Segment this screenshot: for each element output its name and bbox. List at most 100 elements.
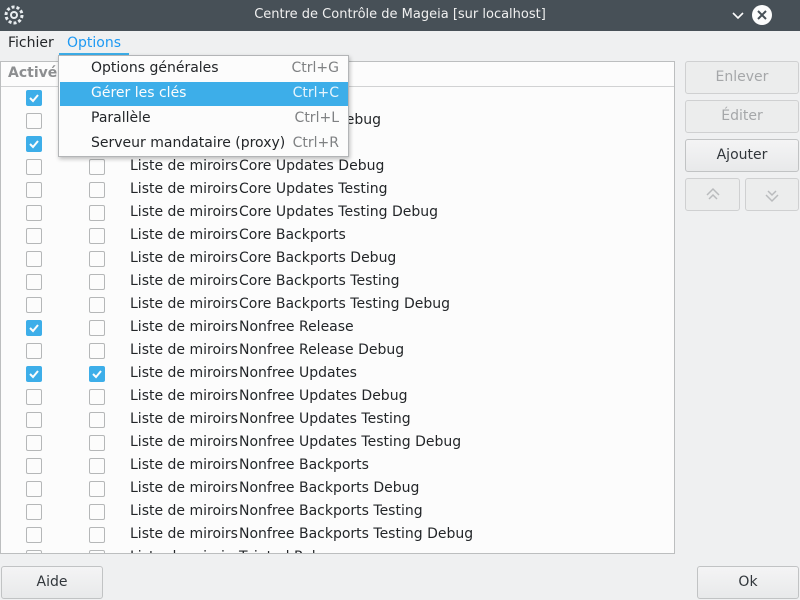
update-checkbox[interactable]: [89, 481, 105, 497]
active-checkbox[interactable]: [26, 182, 42, 198]
medium-type: Liste de miroirs: [130, 526, 238, 542]
active-checkbox[interactable]: [26, 412, 42, 428]
options-menu-item[interactable]: Parallèle Ctrl+L: [60, 107, 348, 131]
medium-type: Liste de miroirs: [130, 365, 238, 381]
active-checkbox[interactable]: [26, 297, 42, 313]
table-row[interactable]: Liste de miroirs Nonfree Updates Testing …: [1, 432, 674, 455]
column-header-active[interactable]: Activé: [8, 65, 57, 81]
table-row[interactable]: Liste de miroirs Core Backports Debug: [1, 248, 674, 271]
active-checkbox[interactable]: [26, 159, 42, 175]
medium-type: Liste de miroirs: [130, 480, 238, 496]
active-checkbox[interactable]: [26, 366, 42, 382]
medium-name: Nonfree Updates Testing: [239, 411, 411, 427]
update-checkbox[interactable]: [89, 343, 105, 359]
edit-button[interactable]: Éditer: [685, 100, 799, 133]
table-row[interactable]: Liste de miroirs Core Backports: [1, 225, 674, 248]
menu-item-label: Serveur mandataire (proxy): [91, 135, 286, 151]
active-checkbox[interactable]: [26, 274, 42, 290]
medium-type: Liste de miroirs: [130, 227, 238, 243]
table-row[interactable]: Liste de miroirs Nonfree Release: [1, 317, 674, 340]
medium-name: Core Backports: [239, 227, 346, 243]
move-down-button[interactable]: [745, 178, 799, 211]
active-checkbox[interactable]: [26, 90, 42, 106]
add-button[interactable]: Ajouter: [685, 139, 799, 172]
active-checkbox[interactable]: [26, 251, 42, 267]
move-up-button[interactable]: [685, 178, 740, 211]
active-checkbox[interactable]: [26, 113, 42, 129]
chevron-down-icon[interactable]: [729, 6, 747, 24]
help-button[interactable]: Aide: [1, 566, 103, 599]
table-row[interactable]: Liste de miroirs Nonfree Backports: [1, 455, 674, 478]
table-row[interactable]: Liste de miroirs Core Updates Testing Deb…: [1, 202, 674, 225]
medium-name: Core Backports Debug: [239, 250, 397, 266]
update-checkbox[interactable]: [89, 228, 105, 244]
medium-type: Liste de miroirs: [130, 204, 238, 220]
medium-name: Nonfree Release: [239, 319, 354, 335]
active-checkbox[interactable]: [26, 481, 42, 497]
active-checkbox[interactable]: [26, 435, 42, 451]
options-menu: Options générales Ctrl+G Gérer les clés Ctr…: [58, 55, 349, 157]
update-checkbox[interactable]: [89, 435, 105, 451]
update-checkbox[interactable]: [89, 527, 105, 543]
menu-item-shortcut: Ctrl+G: [291, 60, 340, 76]
update-checkbox[interactable]: [89, 297, 105, 313]
table-row[interactable]: Liste de miroirs Core Updates Debug: [1, 156, 674, 179]
menu-item-shortcut: Ctrl+R: [292, 135, 339, 151]
medium-type: Liste de miroirs: [130, 411, 238, 427]
active-checkbox[interactable]: [26, 504, 42, 520]
active-checkbox[interactable]: [26, 343, 42, 359]
table-row[interactable]: Liste de miroirs Nonfree Backports Debug: [1, 478, 674, 501]
table-row[interactable]: Liste de miroirs Core Backports Testing D…: [1, 294, 674, 317]
table-row[interactable]: Liste de miroirs Core Backports Testing: [1, 271, 674, 294]
table-row[interactable]: Liste de miroirs Nonfree Backports Testin…: [1, 524, 674, 547]
ok-button[interactable]: Ok: [697, 566, 799, 599]
options-menu-item[interactable]: Options générales Ctrl+G: [60, 57, 348, 81]
table-row[interactable]: Liste de miroirs Nonfree Release Debug: [1, 340, 674, 363]
menu-bar: Fichier Options: [0, 31, 800, 55]
update-checkbox[interactable]: [89, 504, 105, 520]
active-checkbox[interactable]: [26, 320, 42, 336]
active-checkbox[interactable]: [26, 136, 42, 152]
active-checkbox[interactable]: [26, 389, 42, 405]
active-checkbox[interactable]: [26, 550, 42, 553]
update-checkbox[interactable]: [89, 251, 105, 267]
update-checkbox[interactable]: [89, 389, 105, 405]
medium-type: Liste de miroirs: [130, 273, 238, 289]
active-checkbox[interactable]: [26, 228, 42, 244]
update-checkbox[interactable]: [89, 412, 105, 428]
remove-button[interactable]: Enlever: [685, 61, 799, 94]
medium-type: Liste de miroirs: [130, 503, 238, 519]
table-row[interactable]: Liste de miroirs Nonfree Updates Debug: [1, 386, 674, 409]
table-row[interactable]: Liste de miroirs Nonfree Backports Testin…: [1, 501, 674, 524]
table-row[interactable]: Liste de miroirs Nonfree Updates: [1, 363, 674, 386]
update-checkbox[interactable]: [89, 205, 105, 221]
options-menu-item[interactable]: Gérer les clés Ctrl+C: [60, 82, 348, 106]
medium-name: Nonfree Backports Testing Debug: [239, 526, 474, 542]
menu-fichier[interactable]: Fichier: [8, 35, 54, 51]
medium-name: Nonfree Backports Testing: [239, 503, 423, 519]
medium-type: Liste de miroirs: [130, 342, 238, 358]
medium-type: Liste de miroirs: [130, 296, 238, 312]
update-checkbox[interactable]: [89, 182, 105, 198]
update-checkbox[interactable]: [89, 274, 105, 290]
active-checkbox[interactable]: [26, 458, 42, 474]
table-row[interactable]: Liste de miroirs Core Updates Testing: [1, 179, 674, 202]
update-checkbox[interactable]: [89, 550, 105, 553]
medium-type: Liste de miroirs: [130, 250, 238, 266]
medium-type: Liste de miroirs: [130, 158, 238, 174]
table-row[interactable]: Liste de miroirs Nonfree Updates Testing: [1, 409, 674, 432]
update-checkbox[interactable]: [89, 320, 105, 336]
medium-name: Nonfree Backports: [239, 457, 369, 473]
update-checkbox[interactable]: [89, 159, 105, 175]
active-checkbox[interactable]: [26, 527, 42, 543]
update-checkbox[interactable]: [89, 366, 105, 382]
close-icon[interactable]: [752, 5, 772, 25]
medium-name: Nonfree Release Debug: [239, 342, 405, 358]
update-checkbox[interactable]: [89, 458, 105, 474]
medium-type: Liste de miroirs: [130, 319, 238, 335]
table-row[interactable]: Liste de miroirsTainted Release: [1, 547, 674, 553]
options-menu-item[interactable]: Serveur mandataire (proxy) Ctrl+R: [60, 132, 348, 156]
active-checkbox[interactable]: [26, 205, 42, 221]
menu-options[interactable]: Options: [59, 31, 130, 55]
medium-name: Core Backports Testing: [239, 273, 400, 289]
